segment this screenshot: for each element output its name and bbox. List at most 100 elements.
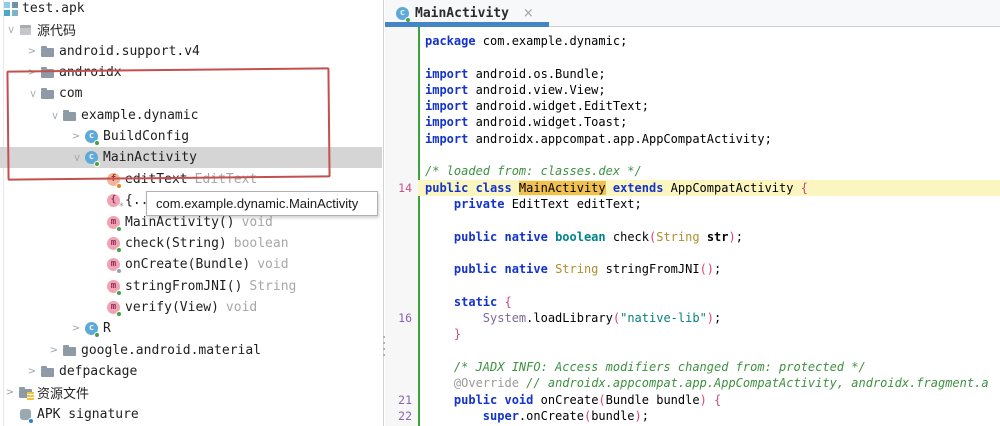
chevron-expanded-icon[interactable]: > [2, 22, 18, 38]
chevron-expanded-icon[interactable]: > [24, 86, 40, 102]
package-tree-panel: test.apk > 源代码 > android.support.v4 > androidx… [0, 0, 384, 426]
tree-item-label: com [59, 86, 83, 101]
code-line: } [385, 326, 1000, 342]
class-icon: c [84, 129, 100, 146]
tree-item-buildconfig[interactable]: > c BuildConfig [0, 126, 382, 147]
code-text: System.loadLibrary("native-lib"); [482, 311, 722, 326]
line-number [385, 277, 418, 293]
tree-item-label: google.android.material [81, 343, 262, 358]
tree-item-google-android-material[interactable]: > google.android.material [0, 340, 382, 361]
tree-item-r[interactable]: > c R [0, 318, 382, 339]
tree-item-label: BuildConfig [103, 129, 190, 144]
chevron-expanded-icon[interactable]: > [46, 108, 62, 124]
tree-item-label: defpackage [59, 364, 138, 379]
code-line: package com.example.dynamic; [385, 33, 1000, 49]
folder-icon [62, 108, 78, 124]
code-line: import android.widget.Toast; [385, 114, 1000, 130]
code-lines: package com.example.dynamic; import andro… [385, 33, 1000, 424]
method-icon: m [106, 300, 122, 317]
tree-item-test-apk[interactable]: test.apk [0, 0, 382, 19]
chevron-collapsed-icon[interactable]: > [24, 44, 40, 60]
chevron-expanded-icon[interactable]: > [68, 150, 84, 166]
code-line: public native boolean check(String str); [385, 229, 1000, 245]
tree-item-com[interactable]: > com [0, 83, 382, 104]
line-number [385, 49, 418, 65]
tree-item-label: test.apk [22, 1, 85, 16]
code-text: package com.example.dynamic; [425, 34, 628, 48]
tree-item-check-string-[interactable]: m check(String) boolean [0, 233, 382, 254]
chevron-collapsed-icon[interactable]: > [2, 385, 18, 401]
line-number: 14 [398, 180, 412, 195]
tree-item-stringfromjni-[interactable]: m stringFromJNI() String [0, 276, 382, 297]
tree-item-label: onCreate(Bundle) [125, 257, 251, 272]
tree-item-verify-view-[interactable]: m verify(View) void [0, 297, 382, 318]
tree-item-label: 资源文件 [37, 387, 90, 402]
code-text: public native boolean check(String str); [453, 229, 743, 244]
code-text: private EditText editText; [453, 196, 642, 211]
code-editor[interactable]: package com.example.dynamic; import andro… [385, 27, 1000, 426]
chevron-placeholder [2, 407, 18, 423]
line-number [385, 33, 418, 49]
code-line [385, 245, 1000, 261]
code-line: 14 public class MainActivity extends AppC… [385, 179, 1000, 196]
tree-item--[interactable]: > 源代码 [0, 19, 382, 40]
tree-item-label: check(String) [125, 236, 227, 251]
tree-item-mainactivity[interactable]: > c MainActivity [0, 147, 382, 168]
chevron-placeholder [90, 300, 106, 316]
tree-item-type: void [241, 215, 273, 230]
code-line: public native String stringFromJNI(); [385, 261, 1000, 277]
chevron-collapsed-icon[interactable]: > [24, 364, 40, 380]
panel-splitter[interactable] [383, 332, 386, 358]
code-line: static { [385, 294, 1000, 310]
code-text: import android.widget.Toast; [425, 115, 628, 130]
method-protected-icon: m [106, 257, 122, 274]
chevron-placeholder [90, 215, 106, 231]
tree-item-oncreate-bundle-[interactable]: m onCreate(Bundle) void [0, 254, 382, 275]
line-number [385, 245, 418, 261]
tree-item-label: verify(View) [125, 300, 219, 315]
tree-item-label: android.support.v4 [59, 44, 200, 59]
line-number: 21 [398, 392, 412, 407]
class-icon: c [84, 321, 100, 338]
field-icon: f [106, 172, 122, 189]
line-number [385, 326, 418, 342]
chevron-collapsed-icon[interactable]: > [24, 65, 40, 81]
chevron-collapsed-icon[interactable]: > [68, 129, 84, 145]
tree-item-defpackage[interactable]: > defpackage [0, 361, 382, 382]
tooltip: com.example.dynamic.MainActivity [146, 191, 378, 216]
tree-item-type: boolean [233, 236, 289, 251]
package-cube-icon [18, 22, 34, 38]
folder-icon [62, 343, 78, 359]
tree-item-type: void [257, 257, 289, 272]
tree-item--[interactable]: > 资源文件 [0, 382, 382, 403]
tree-item-label: editText [125, 172, 188, 187]
code-text: } [453, 327, 462, 342]
tree-item-label: MainActivity [103, 150, 197, 165]
code-line: /* JADX INFO: Access modifiers changed f… [385, 359, 1000, 375]
chevron-collapsed-icon[interactable]: > [68, 321, 84, 337]
line-number [385, 261, 418, 277]
chevron-placeholder [90, 236, 106, 252]
code-text: /* JADX INFO: Access modifiers changed f… [453, 359, 866, 374]
code-text: /* loaded from: classes.dex */ [425, 164, 642, 179]
tree-item-android-support-v4[interactable]: > android.support.v4 [0, 41, 382, 62]
tree-item-apk-signature[interactable]: APK signature [0, 404, 382, 425]
line-number [385, 163, 418, 179]
line-number [385, 114, 418, 130]
method-icon: m [106, 215, 122, 232]
line-number [385, 212, 418, 228]
chevron-collapsed-icon[interactable]: > [46, 343, 62, 359]
code-line [385, 343, 1000, 359]
tab-close-icon[interactable]: × [523, 7, 534, 20]
tree-item-androidx[interactable]: > androidx [0, 62, 382, 83]
tree-item-edittext[interactable]: f editText EditText [0, 169, 382, 190]
resource-folder-icon [18, 385, 34, 401]
line-number [385, 196, 418, 212]
code-text: super.onCreate(bundle); [482, 408, 650, 423]
tree-item-example-dynamic[interactable]: > example.dynamic [0, 105, 382, 126]
code-line: import android.widget.EditText; [385, 98, 1000, 114]
code-text: public native String stringFromJNI(); [453, 262, 722, 277]
